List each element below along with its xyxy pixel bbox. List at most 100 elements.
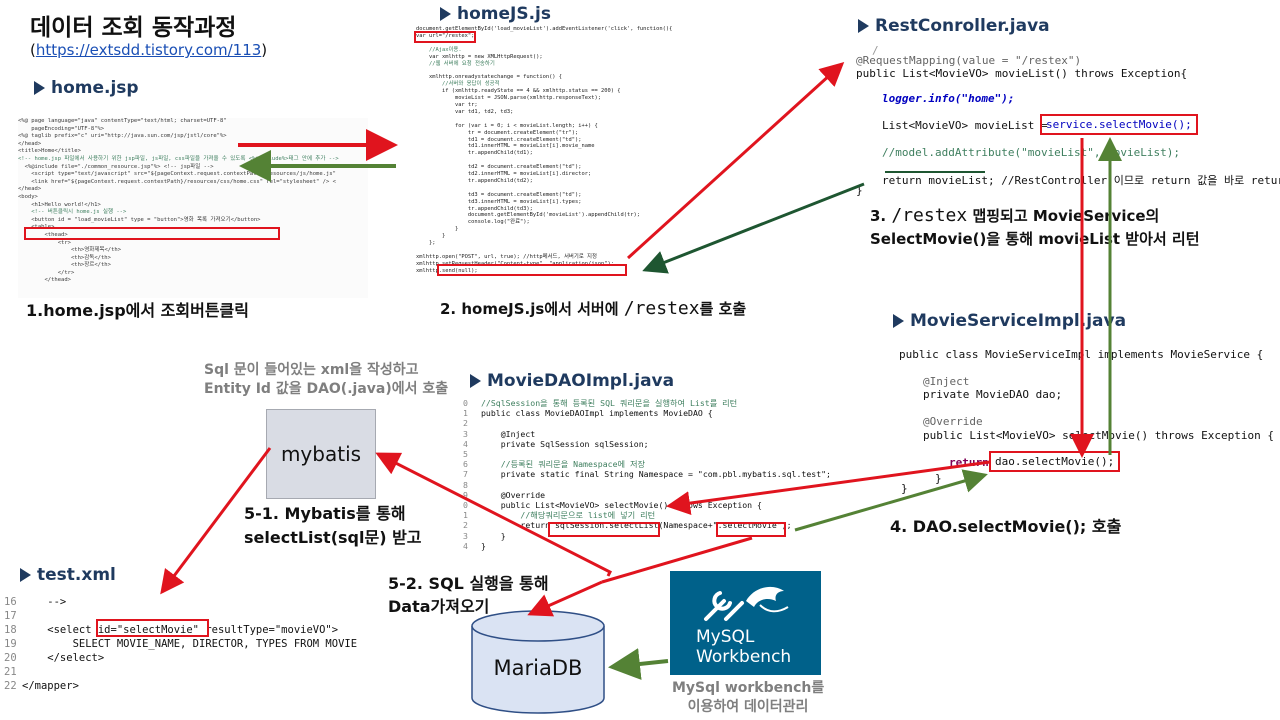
line-text: @Inject bbox=[481, 428, 536, 439]
daoimpl-code-panel: 0 //SqlSession을 통해 등록된 SQL 쿼리문을 실행하여 List… bbox=[463, 398, 869, 556]
highlight-load-button-line bbox=[24, 227, 280, 240]
code-override: @Override bbox=[923, 415, 983, 428]
step-3-label-line1: 3. /restex 맵핑되고 MovieService의 bbox=[870, 205, 1159, 226]
code-line: td3 = document.createElement("td"); bbox=[416, 191, 582, 198]
code-line: <link href="${pageContext.request.contex… bbox=[18, 178, 336, 185]
section-label: MovieDAOImpl.java bbox=[487, 371, 675, 391]
triangle-bullet-icon bbox=[470, 374, 481, 388]
line-number: 6 bbox=[463, 459, 468, 470]
code-line: 9 @Override bbox=[463, 490, 869, 500]
code-line: }; bbox=[416, 240, 436, 247]
code-line: tr.appendChild(td2); bbox=[416, 177, 533, 184]
line-text: //SqlSession을 통해 등록된 SQL 쿼리문을 실행하여 List를… bbox=[481, 398, 738, 408]
line-text: //등록된 쿼리문을 Namespace에 저장 bbox=[481, 459, 646, 470]
line-number: 1 bbox=[463, 408, 468, 419]
workbench-note-line1: MySql workbench를 bbox=[672, 680, 825, 696]
code-line: </tr> bbox=[18, 269, 75, 276]
step-3-num: 3. bbox=[870, 207, 892, 225]
step-3-text: 맵핑되고 MovieService의 bbox=[967, 207, 1160, 225]
mybatis-note-line1: Sql 문이 들어있는 xml을 작성하고 bbox=[204, 362, 419, 378]
step-5-2-line1: 5-2. SQL 실행을 통해 bbox=[388, 574, 549, 593]
code-line: <th>영화제목</th> bbox=[18, 247, 122, 254]
serviceimpl-code-panel: public class MovieServiceImpl implements… bbox=[895, 344, 1274, 495]
testxml-code-panel: 16 --> 17 18 <select id="selectMovie" res… bbox=[4, 595, 382, 695]
code-line: 2 return sqlSession.selectList(Namespace… bbox=[463, 520, 869, 530]
home-jsp-code-panel: <%@ page language="java" contentType="te… bbox=[18, 118, 368, 298]
workbench-note: MySql workbench를 이용하여 데이터관리 bbox=[672, 679, 824, 717]
code-comment: //model.addAttribute("movieList", movieL… bbox=[882, 146, 1181, 159]
step-2-label: 2. homeJS.js에서 서버에 /restex를 호출 bbox=[440, 298, 746, 319]
code-close-brace: } bbox=[856, 184, 863, 197]
code-signature: public List<MovieVO> movieList() throws … bbox=[856, 67, 1188, 80]
line-number: 5 bbox=[463, 449, 468, 460]
code-logger: logger.info("home"); bbox=[882, 92, 1015, 105]
code-line: <%@ page language="java" contentType="te… bbox=[18, 118, 227, 124]
code-line: } bbox=[416, 226, 459, 233]
code-list-decl: List<MovieVO> movieList = bbox=[882, 119, 1055, 132]
arrow-workbench-to-mariadb bbox=[608, 648, 669, 680]
line-number: 3 bbox=[463, 530, 468, 541]
code-line: var xmlhttp = new XMLHttpRequest(); bbox=[416, 53, 543, 60]
line-text bbox=[481, 449, 486, 459]
triangle-bullet-icon bbox=[858, 19, 869, 33]
source-url-link[interactable]: https://extsdd.tistory.com/113 bbox=[36, 41, 261, 59]
code-line: <!-- home.jsp 파일에서 사용하기 위한 jsp파일, js파일, … bbox=[18, 155, 339, 162]
code-line: td3.innerHTML = movieList[i].types; bbox=[416, 198, 582, 205]
url-close-paren: ) bbox=[261, 41, 268, 59]
code-line: 20 </select> bbox=[4, 651, 382, 665]
line-text: public class MovieDAOImpl implements Mov… bbox=[481, 408, 713, 419]
code-close-brace-1: } bbox=[935, 472, 942, 485]
step-2-text: 2. homeJS.js에서 서버에 bbox=[440, 300, 624, 318]
code-line: <title>Home</title> bbox=[18, 148, 81, 155]
code-method-sig: public List<MovieVO> selectMovie() throw… bbox=[923, 429, 1274, 442]
workbench-note-line2: 이용하여 데이터관리 bbox=[687, 699, 809, 715]
mybatis-note: Sql 문이 들어있는 xml을 작성하고 Entity Id 값을 DAO(.… bbox=[204, 361, 448, 399]
code-line: </thead> bbox=[18, 277, 71, 284]
code-line: td1 = document.createElement("td"); bbox=[416, 136, 582, 143]
line-text bbox=[22, 610, 28, 622]
code-line: 4} bbox=[463, 541, 869, 551]
line-text: private SqlSession sqlSession; bbox=[481, 438, 649, 449]
line-text: --> bbox=[22, 596, 67, 608]
code-line: var tr; bbox=[416, 101, 478, 108]
code-line: 7 private static final String Namespace … bbox=[463, 469, 869, 479]
code-line: <%@ taglib prefix="c" uri="http://java.s… bbox=[18, 133, 227, 140]
line-number: 1 bbox=[463, 510, 468, 521]
line-number: 8 bbox=[463, 479, 468, 490]
triangle-bullet-icon bbox=[34, 81, 45, 95]
code-line: movieList = JSON.parse(xmlhttp.responseT… bbox=[416, 95, 601, 102]
code-line: </head> bbox=[18, 186, 42, 193]
homejs-code-panel: document.getElementById('load_movieList'… bbox=[416, 26, 834, 288]
source-link-line: (https://extsdd.tistory.com/113) bbox=[30, 41, 267, 59]
triangle-bullet-icon bbox=[20, 568, 31, 582]
highlight-url-line bbox=[414, 31, 476, 43]
code-line: //웹 서버에 요청 전송하기 bbox=[416, 60, 495, 67]
code-line: 2 bbox=[463, 418, 869, 428]
code-line: //서버와 응답이 성공적 bbox=[416, 81, 500, 88]
line-number: 7 bbox=[463, 469, 468, 480]
line-text: </mapper> bbox=[22, 680, 79, 692]
line-number: 3 bbox=[463, 428, 468, 439]
code-line: 5 bbox=[463, 449, 869, 459]
line-number: 20 bbox=[4, 652, 17, 664]
code-line: 3 } bbox=[463, 531, 869, 541]
line-number: 22 bbox=[4, 680, 17, 692]
code-dao-field: private MovieDAO dao; bbox=[923, 388, 1063, 401]
code-line: 1 public class MovieDAOImpl implements Mo… bbox=[463, 408, 869, 418]
code-line: 8 bbox=[463, 480, 869, 490]
step-1-label: 1.home.jsp에서 조회버튼클릭 bbox=[26, 301, 249, 320]
section-label: test.xml bbox=[37, 565, 116, 585]
code-line: 22 </mapper> bbox=[4, 679, 382, 693]
line-text: public List<MovieVO> selectMovie() throw… bbox=[481, 500, 762, 511]
code-line: 3 @Inject bbox=[463, 429, 869, 439]
line-text: @Override bbox=[481, 489, 546, 500]
section-label: MovieServiceImpl.java bbox=[910, 311, 1127, 331]
code-dao-call: dao.selectMovie(); bbox=[988, 451, 1121, 472]
code-return: return movieList; //RestController 이므로 r… bbox=[882, 174, 1280, 187]
code-line: //Ajax이용. bbox=[416, 46, 462, 53]
section-title-homejs: homeJS.js bbox=[440, 4, 551, 24]
line-text: SELECT MOVIE_NAME, DIRECTOR, TYPES FROM … bbox=[22, 638, 358, 650]
